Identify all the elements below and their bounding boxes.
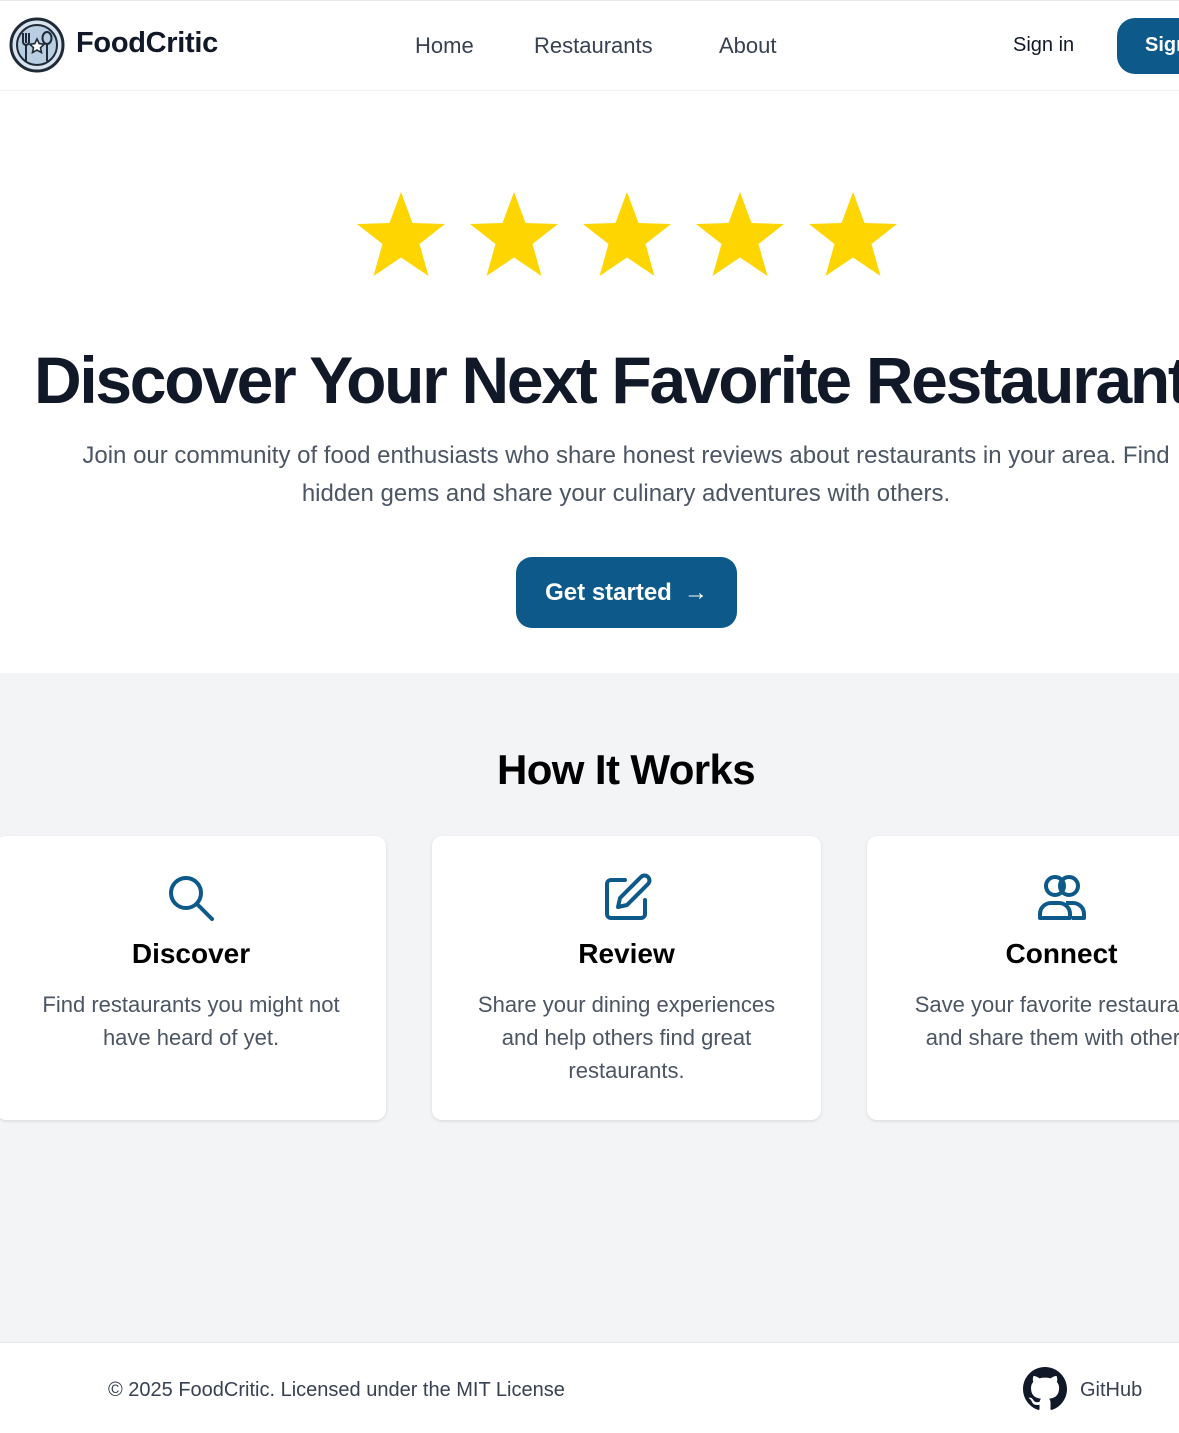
github-icon[interactable] — [1023, 1367, 1067, 1411]
footer: © 2025 FoodCritic. Licensed under the MI… — [0, 1342, 1179, 1433]
star-icon — [357, 192, 445, 276]
nav-home-link[interactable]: Home — [415, 33, 474, 59]
five-star-rating — [357, 192, 897, 276]
brand-name[interactable]: FoodCritic — [76, 27, 218, 60]
section-title: How It Works — [496, 746, 756, 793]
top-navbar: FoodCritic Home Restaurants About Sign i… — [0, 0, 1179, 91]
hero-subtitle: Join our community of food enthusiasts w… — [82, 442, 1170, 507]
nav-restaurants-link[interactable]: Restaurants — [534, 33, 653, 59]
copyright-text: © 2025 FoodCritic. Licensed under the MI… — [108, 1379, 565, 1401]
edit-icon — [604, 873, 651, 920]
logo-icon[interactable] — [9, 17, 65, 73]
page: FoodCritic Home Restaurants About Sign i… — [0, 0, 1179, 1433]
users-icon — [1037, 875, 1086, 920]
card-title: Connect — [1005, 938, 1118, 969]
star-icon — [583, 192, 671, 276]
feature-card-review: Review Share your dining experiences and… — [432, 836, 821, 1120]
get-started-label: Get started — [545, 578, 672, 606]
card-title: Review — [578, 938, 675, 969]
hero-title: Discover Your Next Favorite Restaurant — [34, 343, 1179, 417]
sign-in-link[interactable]: Sign in — [1013, 34, 1074, 57]
card-text: Find restaurants you might not have hear… — [42, 992, 340, 1050]
sign-up-button[interactable]: Sign up — [1117, 18, 1179, 74]
card-title: Discover — [131, 938, 251, 969]
star-icon — [809, 192, 897, 276]
get-started-button[interactable]: Get started → — [516, 557, 737, 628]
nav-about-link[interactable]: About — [719, 33, 777, 59]
arrow-right-icon: → — [683, 578, 708, 606]
search-icon — [169, 876, 214, 921]
card-text: Share your dining experiences and help o… — [477, 992, 776, 1083]
star-icon — [696, 192, 784, 276]
feature-card-connect: Connect Save your favorite restaurants a… — [867, 836, 1179, 1120]
github-link[interactable]: GitHub — [1080, 1379, 1142, 1402]
star-icon — [470, 192, 558, 276]
card-text: Save your favorite restaurants and share… — [914, 992, 1179, 1050]
how-it-works-section: How It Works Discover Find restaurants y… — [0, 673, 1179, 1342]
feature-card-discover: Discover Find restaurants you might not … — [0, 836, 386, 1120]
